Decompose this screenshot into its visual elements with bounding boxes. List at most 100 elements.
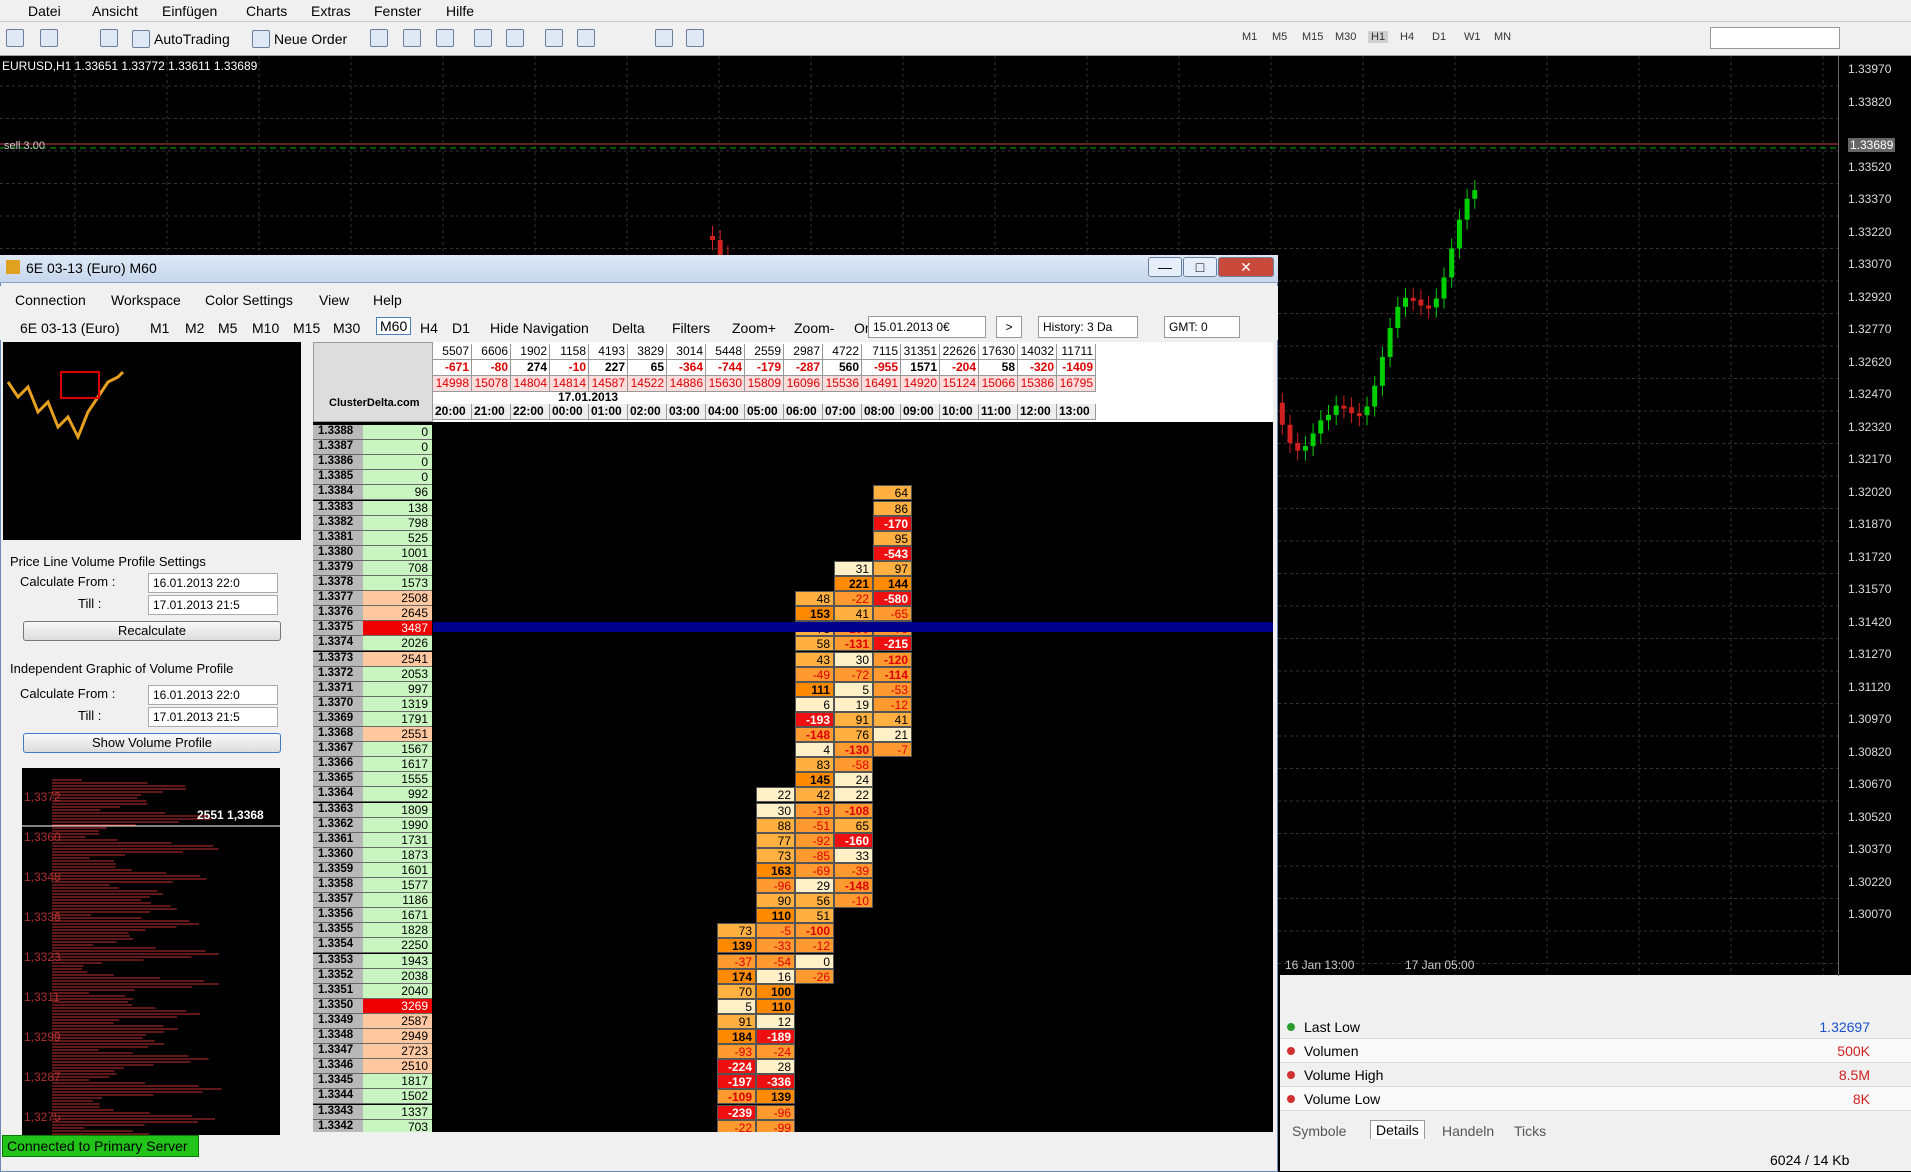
- data-row-1: Volumen 500K: [1280, 1039, 1911, 1063]
- order-icon: [252, 30, 270, 48]
- header-time: 09:00: [901, 404, 940, 420]
- vp-label: 1,3311: [24, 990, 60, 1004]
- symbol-label[interactable]: 6E 03-13 (Euro): [20, 320, 120, 336]
- cluster-cell: -39: [834, 862, 873, 878]
- popup-tf-2[interactable]: M5: [218, 320, 237, 336]
- profiles-icon[interactable]: [40, 29, 58, 47]
- menu-0[interactable]: Datei: [28, 3, 61, 19]
- cluster-cell: -10: [834, 893, 873, 909]
- mini-chart[interactable]: [3, 342, 301, 540]
- filters-menu[interactable]: Filters: [672, 320, 710, 336]
- popup-menu-0[interactable]: Connection: [15, 292, 86, 308]
- popup-tf-3[interactable]: M10: [252, 320, 279, 336]
- popup-menu-4[interactable]: Help: [373, 292, 402, 308]
- popup-tf-0[interactable]: M1: [150, 320, 169, 336]
- candle-chart-icon[interactable]: [403, 29, 421, 47]
- tf-h1[interactable]: H1: [1368, 31, 1389, 43]
- tf-m1[interactable]: M1: [1242, 31, 1257, 43]
- menu-4[interactable]: Extras: [311, 3, 351, 19]
- cluster-cell: 174: [717, 968, 756, 984]
- tf-d1[interactable]: D1: [1432, 31, 1446, 43]
- igvp-till-field[interactable]: 17.01.2013 21:5: [148, 707, 278, 727]
- cluster-cell: -108: [834, 802, 873, 818]
- menu-bar: Datei Ansicht Einfügen Charts Extras Fenster H…: [0, 0, 1911, 22]
- crosshair-icon[interactable]: [686, 29, 704, 47]
- minimize-button[interactable]: —: [1148, 257, 1182, 277]
- zoom-in-icon[interactable]: [474, 29, 492, 47]
- cluster-cell: 100: [756, 983, 795, 999]
- popup-tf-8[interactable]: D1: [452, 320, 470, 336]
- autoscroll-icon[interactable]: [545, 29, 563, 47]
- gmt-dropdown[interactable]: GMT: 0: [1164, 316, 1240, 338]
- tf-m30[interactable]: M30: [1335, 31, 1356, 43]
- line-chart-icon[interactable]: [436, 29, 454, 47]
- zoom-in-button[interactable]: Zoom+: [732, 320, 776, 336]
- header-volume: 11711: [1057, 344, 1096, 360]
- popup-menu-3[interactable]: View: [319, 292, 349, 308]
- close-button[interactable]: ✕: [1218, 257, 1274, 277]
- history-dropdown[interactable]: History: 3 Da: [1038, 316, 1138, 338]
- menu-6[interactable]: Hilfe: [446, 3, 474, 19]
- cluster-cell: -33: [756, 938, 795, 954]
- recalculate-button[interactable]: Recalculate: [23, 621, 281, 641]
- maximize-button[interactable]: □: [1183, 257, 1217, 277]
- calc-from-label: Calculate From :: [20, 574, 116, 589]
- zoom-out-button[interactable]: Zoom-: [794, 320, 834, 336]
- chart-shift-icon[interactable]: [577, 29, 595, 47]
- header-cum-delta: 15809: [745, 376, 784, 392]
- bar-chart-icon[interactable]: [370, 29, 388, 47]
- tf-mn[interactable]: MN: [1494, 31, 1511, 43]
- search-input[interactable]: [1710, 27, 1840, 49]
- popup-tf-1[interactable]: M2: [185, 320, 204, 336]
- cluster-cell: -12: [873, 696, 912, 712]
- popup-tf-5[interactable]: M30: [333, 320, 360, 336]
- data-window: Last Low 1.32697 Volumen 500K Volume High 8.5…: [1280, 975, 1911, 1171]
- header-cum-delta: 14804: [511, 376, 550, 392]
- volume-row: 2040: [363, 983, 432, 999]
- popup-menu-1[interactable]: Workspace: [111, 292, 181, 308]
- tf-h4[interactable]: H4: [1400, 31, 1414, 43]
- header-delta: -364: [667, 360, 706, 376]
- price-row: 1.3368: [313, 727, 363, 742]
- cluster-cell: -100: [795, 923, 834, 939]
- volume-row: 2551: [363, 727, 432, 742]
- header-delta: 274: [511, 360, 550, 376]
- cluster-grid[interactable]: 1.3388 0 1.3387 0 1.3386 0 1.3385 0 1.3384 96 1.33…: [313, 342, 1273, 1132]
- header-cum-delta: 14886: [667, 376, 706, 392]
- menu-3[interactable]: Charts: [246, 3, 287, 19]
- new-order-button[interactable]: Neue Order: [252, 27, 347, 51]
- hide-navigation-button[interactable]: Hide Navigation: [490, 320, 589, 336]
- tf-w1[interactable]: W1: [1464, 31, 1481, 43]
- tab-0[interactable]: Symbole: [1292, 1123, 1346, 1139]
- show-volume-profile-button[interactable]: Show Volume Profile: [23, 733, 281, 753]
- date-dropdown[interactable]: 15.01.2013 0€: [868, 316, 986, 338]
- tf-m5[interactable]: M5: [1272, 31, 1287, 43]
- tab-2[interactable]: Handeln: [1442, 1123, 1494, 1139]
- cluster-cell: -336: [756, 1074, 795, 1090]
- plvp-from-field[interactable]: 16.01.2013 22:0: [148, 573, 278, 593]
- data-row-3: Volume Low 8K: [1280, 1087, 1911, 1111]
- tab-1[interactable]: Details: [1370, 1120, 1425, 1139]
- go-button[interactable]: >: [996, 316, 1022, 338]
- new-chart-icon[interactable]: [6, 29, 24, 47]
- popup-tf-6[interactable]: M60: [376, 317, 412, 335]
- igvp-from-field[interactable]: 16.01.2013 22:0: [148, 685, 278, 705]
- cluster-cell: 6: [795, 696, 834, 712]
- price-row: 1.3346: [313, 1059, 363, 1075]
- popup-menu-2[interactable]: Color Settings: [205, 292, 293, 308]
- tf-m15[interactable]: M15: [1302, 31, 1323, 43]
- popup-tf-4[interactable]: M15: [293, 320, 320, 336]
- menu-1[interactable]: Ansicht: [92, 3, 138, 19]
- experts-icon[interactable]: [100, 29, 118, 47]
- volume-row: 992: [363, 787, 432, 803]
- menu-5[interactable]: Fenster: [374, 3, 421, 19]
- autotrading-button[interactable]: AutoTrading: [132, 27, 230, 51]
- price-label: 1.31420: [1848, 614, 1892, 629]
- popup-tf-7[interactable]: H4: [420, 320, 438, 336]
- menu-2[interactable]: Einfügen: [162, 3, 217, 19]
- tab-3[interactable]: Ticks: [1514, 1123, 1546, 1139]
- delta-menu[interactable]: Delta: [612, 320, 645, 336]
- plvp-till-field[interactable]: 17.01.2013 21:5: [148, 595, 278, 615]
- zoom-out-icon[interactable]: [506, 29, 524, 47]
- cursor-icon[interactable]: [655, 29, 673, 47]
